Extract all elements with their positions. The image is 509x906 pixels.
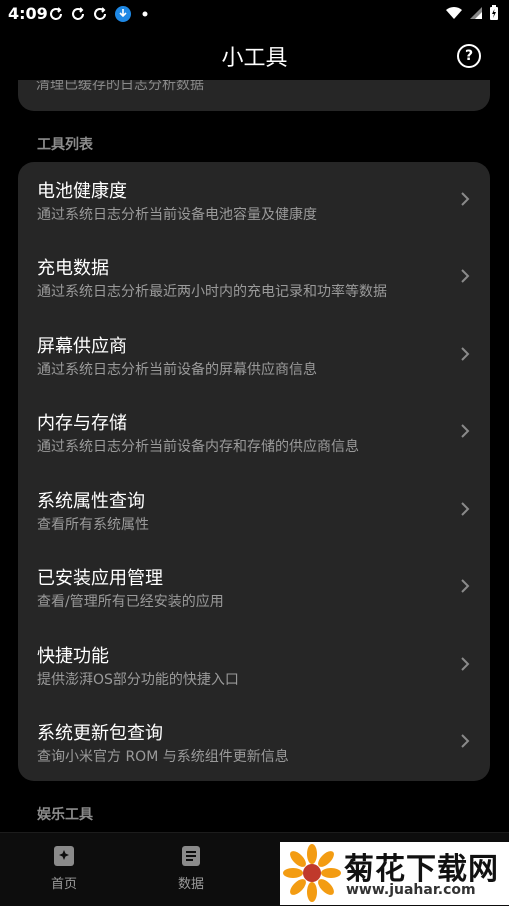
help-icon[interactable]: ? bbox=[457, 44, 481, 68]
download-app-icon bbox=[115, 6, 131, 22]
tool-title: 充电数据 bbox=[37, 258, 109, 279]
tool-subtitle: 通过系统日志分析当前设备的屏幕供应商信息 bbox=[37, 362, 317, 378]
tool-title: 内存与存储 bbox=[37, 413, 127, 434]
section-title-entertainment: 娱乐工具 bbox=[37, 807, 93, 823]
tool-item-memory-storage[interactable]: 内存与存储 通过系统日志分析当前设备内存和存储的供应商信息 bbox=[18, 394, 490, 471]
document-icon bbox=[182, 846, 200, 866]
tool-subtitle: 查询小米官方 ROM 与系统组件更新信息 bbox=[37, 749, 289, 765]
tool-title: 电池健康度 bbox=[37, 181, 127, 202]
notification-icons bbox=[48, 5, 152, 23]
sync-icon bbox=[72, 7, 84, 20]
tool-subtitle: 查看/管理所有已经安装的应用 bbox=[37, 594, 224, 610]
dot-icon bbox=[142, 11, 148, 17]
watermark-logo: 菊花下载网 www.juahar.com bbox=[280, 842, 509, 905]
tools-list-card: 电池健康度 通过系统日志分析当前设备电池容量及健康度 充电数据 通过系统日志分析… bbox=[18, 162, 490, 781]
tool-item-update-query[interactable]: 系统更新包查询 查询小米官方 ROM 与系统组件更新信息 bbox=[18, 704, 490, 781]
home-icon bbox=[54, 846, 74, 866]
page-title: 小工具 bbox=[221, 46, 288, 71]
sync-icon bbox=[94, 7, 106, 20]
nav-label: 数据 bbox=[177, 877, 204, 892]
chevron-right-icon bbox=[461, 347, 470, 361]
tool-item-system-props[interactable]: 系统属性查询 查看所有系统属性 bbox=[18, 472, 490, 549]
nav-item-data[interactable]: 数据 bbox=[161, 845, 221, 892]
tool-item-screen-vendor[interactable]: 屏幕供应商 通过系统日志分析当前设备的屏幕供应商信息 bbox=[18, 317, 490, 394]
chevron-right-icon bbox=[461, 579, 470, 593]
watermark-url: www.juahar.com bbox=[346, 882, 476, 898]
tool-item-battery-health[interactable]: 电池健康度 通过系统日志分析当前设备电池容量及健康度 bbox=[18, 162, 490, 239]
tool-subtitle: 提供澎湃OS部分功能的快捷入口 bbox=[37, 672, 239, 688]
status-bar: 4:09 bbox=[0, 0, 509, 28]
battery-icon bbox=[490, 5, 498, 20]
tool-subtitle: 通过系统日志分析最近两小时内的充电记录和功率等数据 bbox=[37, 284, 387, 300]
tool-subtitle: 通过系统日志分析当前设备内存和存储的供应商信息 bbox=[37, 439, 359, 455]
tool-item-shortcuts[interactable]: 快捷功能 提供澎湃OS部分功能的快捷入口 bbox=[18, 627, 490, 704]
app-bar: 小工具 ? bbox=[0, 28, 509, 84]
tool-title: 快捷功能 bbox=[37, 646, 109, 667]
chevron-right-icon bbox=[461, 734, 470, 748]
tool-item-installed-apps[interactable]: 已安装应用管理 查看/管理所有已经安装的应用 bbox=[18, 549, 490, 626]
cache-clean-card[interactable]: 清理已缓存的日志分析数据 bbox=[18, 80, 490, 111]
tool-subtitle: 通过系统日志分析当前设备电池容量及健康度 bbox=[37, 207, 317, 223]
chevron-right-icon bbox=[461, 657, 470, 671]
nav-item-home[interactable]: 首页 bbox=[34, 845, 94, 892]
sync-icon bbox=[50, 7, 62, 20]
chevron-right-icon bbox=[461, 269, 470, 283]
tool-item-charging-data[interactable]: 充电数据 通过系统日志分析最近两小时内的充电记录和功率等数据 bbox=[18, 239, 490, 316]
signal-icon bbox=[470, 7, 482, 19]
tool-title: 系统更新包查询 bbox=[37, 723, 163, 744]
section-title-tools: 工具列表 bbox=[37, 137, 93, 153]
chevron-right-icon bbox=[461, 502, 470, 516]
status-time: 4:09 bbox=[8, 4, 48, 23]
nav-label: 首页 bbox=[50, 877, 77, 892]
tool-title: 系统属性查询 bbox=[37, 491, 145, 512]
wifi-icon bbox=[446, 6, 462, 19]
chevron-right-icon bbox=[461, 192, 470, 206]
chevron-right-icon bbox=[461, 424, 470, 438]
tool-subtitle: 查看所有系统属性 bbox=[37, 517, 149, 533]
cache-clean-subtitle: 清理已缓存的日志分析数据 bbox=[36, 80, 204, 93]
tool-title: 屏幕供应商 bbox=[37, 336, 127, 357]
flower-logo-icon bbox=[283, 844, 341, 902]
tool-title: 已安装应用管理 bbox=[37, 568, 163, 589]
